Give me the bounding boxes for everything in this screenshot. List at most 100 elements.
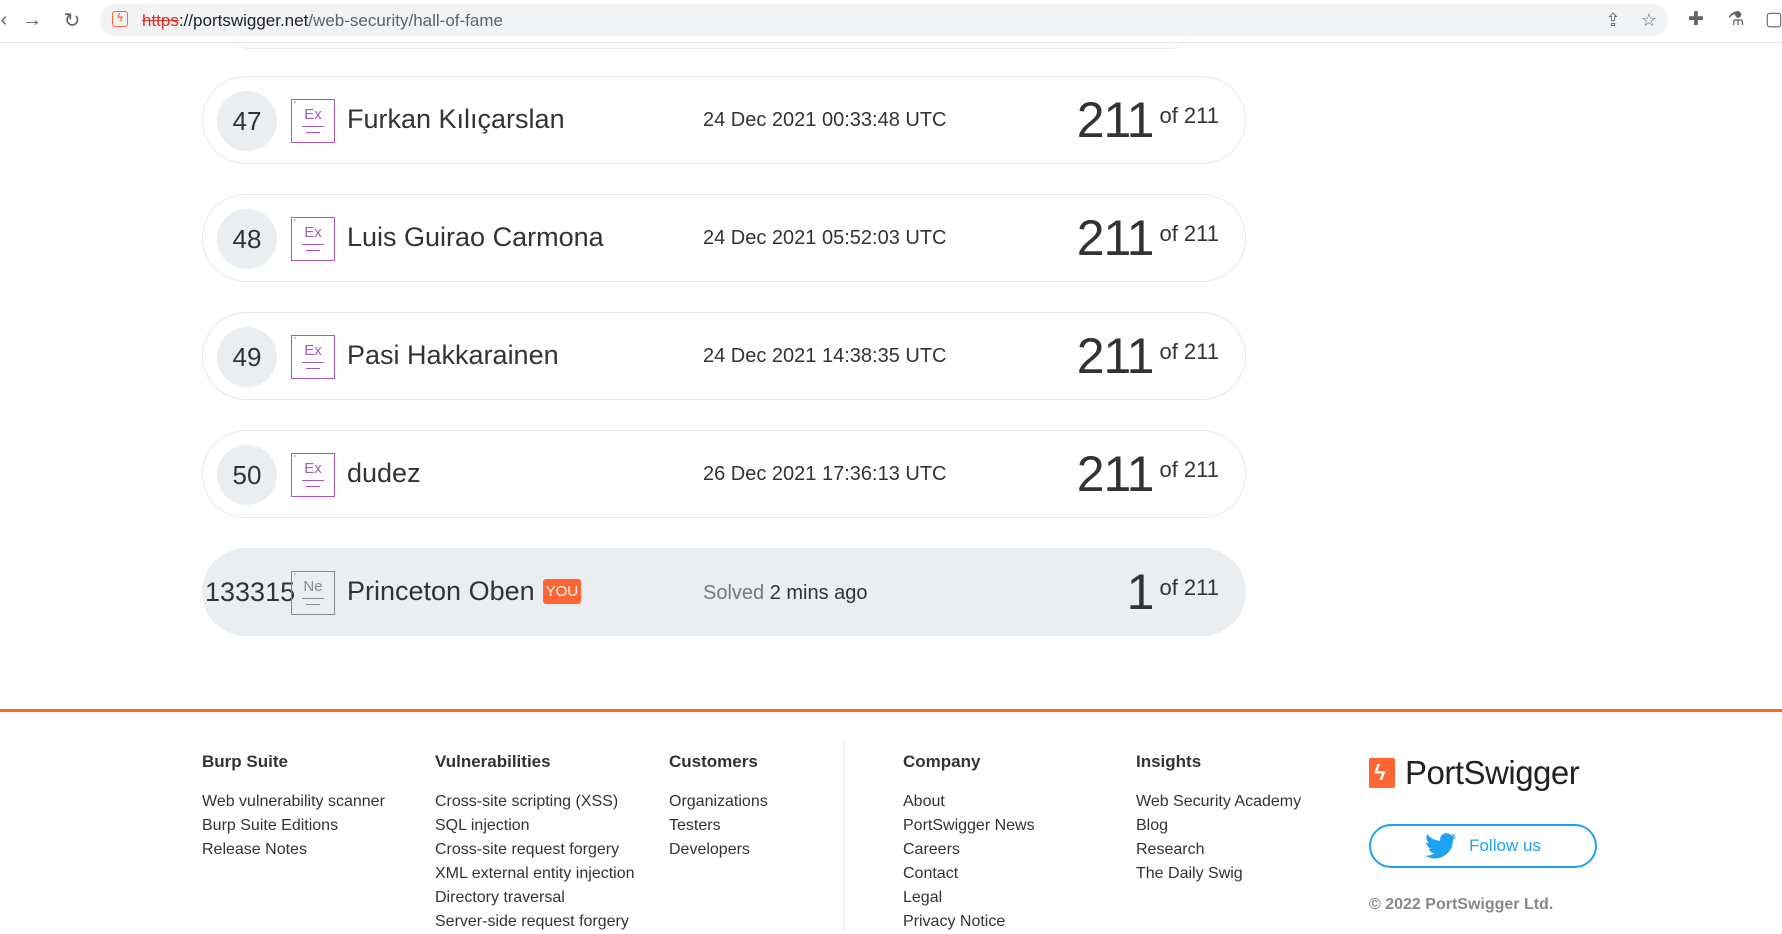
total-count: of 211 bbox=[1159, 103, 1219, 128]
bookmark-star-icon[interactable]: ☆ bbox=[1638, 9, 1660, 31]
newbie-level-icon: ' Ne bbox=[291, 571, 335, 615]
column-divider bbox=[843, 740, 845, 930]
share-icon[interactable]: ⇪ bbox=[1602, 9, 1624, 31]
solved-count: 211 bbox=[1076, 92, 1155, 148]
footer-link[interactable]: Web Security Academy bbox=[1136, 790, 1301, 814]
site-favicon-icon: ϟ bbox=[112, 11, 128, 27]
user-name-text: Princeton Oben bbox=[347, 576, 535, 606]
total-count: of 211 bbox=[1159, 339, 1219, 364]
footer-link[interactable]: Legal bbox=[903, 886, 1035, 910]
footer-link[interactable]: Directory traversal bbox=[435, 886, 635, 910]
footer-link[interactable]: XML external entity injection bbox=[435, 862, 635, 886]
footer-column-insights: Insights Web Security Academy Blog Resea… bbox=[1136, 752, 1301, 886]
footer-column-burp-suite: Burp Suite Web vulnerability scanner Bur… bbox=[202, 752, 385, 862]
current-user-row: 133315 ' Ne Princeton Oben YOU Solved 2 mi… bbox=[202, 548, 1246, 636]
user-name: Pasi Hakkarainen bbox=[347, 340, 559, 370]
footer-link[interactable]: Privacy Notice bbox=[903, 910, 1035, 934]
back-icon[interactable]: ‹ bbox=[0, 8, 16, 32]
footer-divider bbox=[0, 709, 1782, 712]
extensions-puzzle-icon[interactable]: ✚ bbox=[1684, 8, 1708, 32]
footer-link[interactable]: Server-side request forgery bbox=[435, 910, 635, 934]
footer-link[interactable]: Developers bbox=[669, 838, 768, 862]
badge-label: Ex bbox=[304, 106, 322, 123]
leaderboard-row: 50 ' Ex dudez 26 Dec 2021 17:36:13 UTC 21… bbox=[202, 430, 1246, 518]
footer-column-company: Company About PortSwigger News Careers C… bbox=[903, 752, 1035, 934]
score: 211 of 211 bbox=[1077, 91, 1219, 149]
expert-level-icon: ' Ex bbox=[291, 217, 335, 261]
footer-link[interactable]: Testers bbox=[669, 814, 768, 838]
user-name: Luis Guirao Carmona bbox=[347, 222, 604, 252]
footer-heading: Company bbox=[903, 752, 981, 771]
rank-number: 50 bbox=[217, 445, 277, 505]
completion-date: 26 Dec 2021 17:36:13 UTC bbox=[703, 463, 947, 485]
twitter-bird-icon bbox=[1425, 833, 1457, 859]
twitter-follow-button[interactable]: Follow us bbox=[1369, 824, 1597, 868]
url-path: /web-security/hall-of-fame bbox=[308, 11, 503, 30]
rank-number: 47 bbox=[217, 91, 277, 151]
labs-flask-icon[interactable]: ⚗ bbox=[1724, 8, 1748, 32]
score: 211 of 211 bbox=[1077, 445, 1219, 503]
footer-heading: Burp Suite bbox=[202, 752, 288, 771]
expert-level-icon: ' Ex bbox=[291, 453, 335, 497]
side-panel-icon[interactable]: ▢ bbox=[1762, 8, 1782, 32]
leaderboard-row: 49 ' Ex Pasi Hakkarainen 24 Dec 2021 14:3… bbox=[202, 312, 1246, 400]
footer-link[interactable]: Blog bbox=[1136, 814, 1301, 838]
score: 211 of 211 bbox=[1077, 327, 1219, 385]
footer-column-vulnerabilities: Vulnerabilities Cross-site scripting (XS… bbox=[435, 752, 635, 934]
reload-icon[interactable]: ↻ bbox=[60, 8, 84, 32]
rank-number: 49 bbox=[217, 327, 277, 387]
footer-link[interactable]: Burp Suite Editions bbox=[202, 814, 385, 838]
total-count: of 211 bbox=[1159, 221, 1219, 246]
badge-label: Ex bbox=[304, 460, 322, 477]
badge-label: Ne bbox=[303, 578, 323, 595]
solved-count: 1 bbox=[1126, 564, 1155, 620]
footer-link[interactable]: Organizations bbox=[669, 790, 768, 814]
portswigger-logo[interactable]: PortSwigger bbox=[1369, 754, 1580, 791]
expert-level-icon: ' Ex bbox=[291, 99, 335, 143]
solved-status: Solved 2 mins ago bbox=[703, 582, 868, 605]
solved-count: 211 bbox=[1076, 446, 1155, 502]
follow-label: Follow us bbox=[1469, 836, 1541, 855]
footer-link[interactable]: Contact bbox=[903, 862, 1035, 886]
score: 211 of 211 bbox=[1077, 209, 1219, 267]
footer-link[interactable]: SQL injection bbox=[435, 814, 635, 838]
previous-row-edge bbox=[230, 30, 1190, 49]
badge-label: Ex bbox=[304, 342, 322, 359]
you-badge: YOU bbox=[542, 579, 582, 604]
rank-number: 133315 bbox=[205, 577, 296, 607]
completion-date: 24 Dec 2021 05:52:03 UTC bbox=[703, 227, 947, 249]
footer-link[interactable]: PortSwigger News bbox=[903, 814, 1035, 838]
footer-link[interactable]: The Daily Swig bbox=[1136, 862, 1301, 886]
footer-heading: Insights bbox=[1136, 752, 1202, 771]
solved-count: 211 bbox=[1076, 328, 1155, 384]
user-name: Princeton Oben YOU bbox=[347, 576, 582, 607]
copyright-text: © 2022 PortSwigger Ltd. bbox=[1369, 896, 1554, 913]
badge-label: Ex bbox=[304, 224, 322, 241]
user-name: dudez bbox=[347, 458, 421, 488]
solved-time: 2 mins ago bbox=[769, 582, 868, 604]
rank-number: 48 bbox=[217, 209, 277, 269]
footer-column-customers: Customers Organizations Testers Develope… bbox=[669, 752, 768, 862]
total-count: of 211 bbox=[1159, 457, 1219, 482]
footer-link[interactable]: Web vulnerability scanner bbox=[202, 790, 385, 814]
leaderboard-row: 47 ' Ex Furkan Kılıçarslan 24 Dec 2021 00… bbox=[202, 76, 1246, 164]
footer-link[interactable]: Careers bbox=[903, 838, 1035, 862]
portswigger-logo-text: PortSwigger bbox=[1405, 754, 1580, 791]
url-host: ://portswigger.net bbox=[178, 11, 309, 30]
expert-level-icon: ' Ex bbox=[291, 335, 335, 379]
footer-link[interactable]: Research bbox=[1136, 838, 1301, 862]
footer-link[interactable]: Cross-site scripting (XSS) bbox=[435, 790, 635, 814]
footer-link[interactable]: Release Notes bbox=[202, 838, 385, 862]
leaderboard-row: 48 ' Ex Luis Guirao Carmona 24 Dec 2021 0… bbox=[202, 194, 1246, 282]
footer-heading: Customers bbox=[669, 752, 758, 771]
completion-date: 24 Dec 2021 00:33:48 UTC bbox=[703, 109, 947, 131]
footer-link[interactable]: About bbox=[903, 790, 1035, 814]
portswigger-logo-icon bbox=[1369, 758, 1395, 788]
completion-date: 24 Dec 2021 14:38:35 UTC bbox=[703, 345, 947, 367]
footer-link[interactable]: Cross-site request forgery bbox=[435, 838, 635, 862]
forward-arrow-icon[interactable]: → bbox=[20, 8, 44, 32]
solved-count: 211 bbox=[1076, 210, 1155, 266]
footer-heading: Vulnerabilities bbox=[435, 752, 551, 771]
url-protocol: https bbox=[142, 11, 179, 30]
url-text[interactable]: https://portswigger.net/web-security/hal… bbox=[142, 11, 503, 31]
